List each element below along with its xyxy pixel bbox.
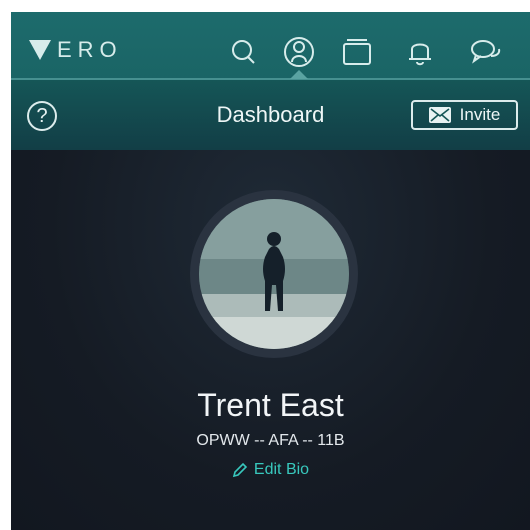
vero-logo[interactable]: ERO <box>29 37 123 63</box>
user-bio: OPWW -- AFA -- 11B <box>196 432 345 449</box>
profile-photo <box>199 199 349 349</box>
user-name: Trent East <box>197 387 344 423</box>
edit-bio-link[interactable]: Edit Bio <box>11 461 530 479</box>
search-icon[interactable] <box>224 32 264 72</box>
notifications-icon[interactable] <box>400 32 440 72</box>
active-tab-indicator <box>290 70 308 79</box>
profile-icon[interactable] <box>279 32 319 72</box>
dashboard-header: ? Dashboard Invite <box>11 80 530 150</box>
profile-photo-image <box>199 199 349 349</box>
pencil-icon <box>232 462 248 478</box>
profile-section: Trent East OPWW -- AFA -- 11B Edit Bio <box>11 150 530 530</box>
avatar[interactable] <box>190 190 358 358</box>
collections-icon[interactable] <box>337 32 377 72</box>
envelope-icon <box>428 107 451 123</box>
app-window: ERO ? Dashboard Invite Trent East OPWW -… <box>11 12 530 530</box>
invite-label: Invite <box>459 105 501 124</box>
edit-bio-label: Edit Bio <box>253 461 310 478</box>
logo-text: ERO <box>57 37 123 62</box>
invite-button[interactable]: Invite <box>411 100 518 130</box>
chat-icon[interactable] <box>466 32 506 72</box>
top-nav-bar: ERO <box>11 12 530 82</box>
logo-v-mark-icon <box>29 40 51 60</box>
